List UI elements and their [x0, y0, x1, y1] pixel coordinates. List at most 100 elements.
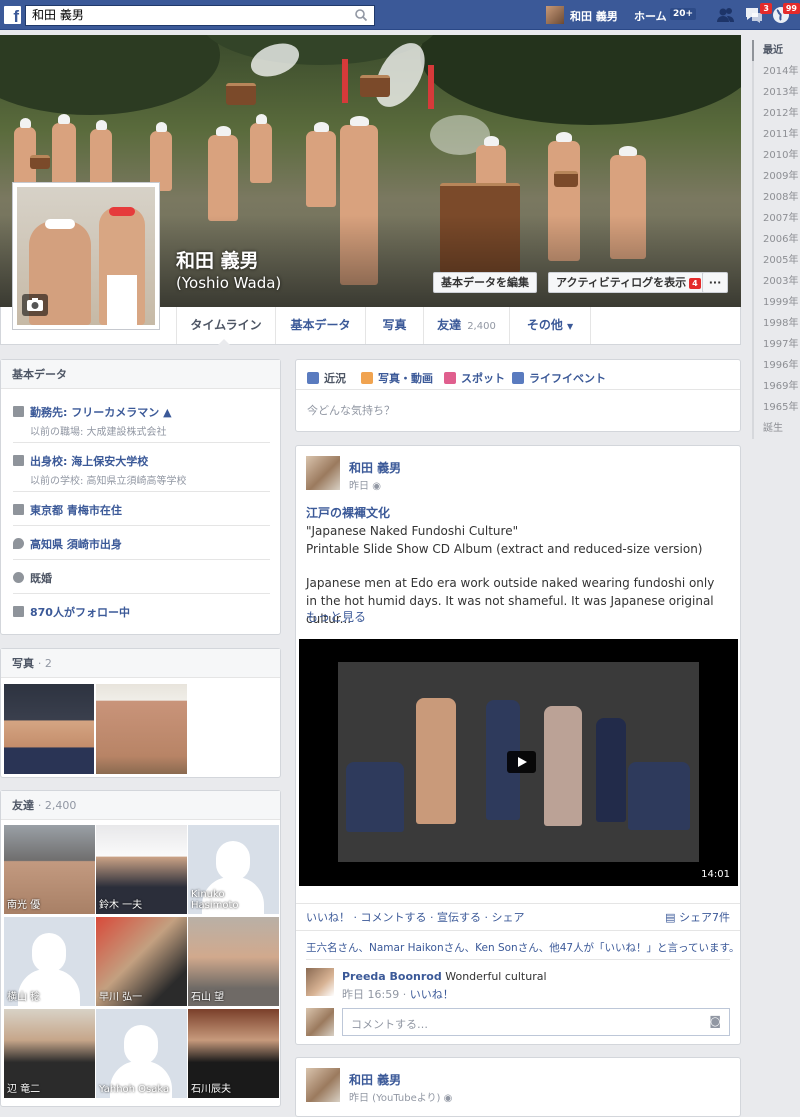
- friend-tile[interactable]: 鈴木 一夫: [96, 825, 187, 914]
- video-duration: 14:01: [701, 869, 730, 880]
- about-school-link[interactable]: 出身校: 海上保安大学校: [30, 455, 148, 468]
- friend-requests-icon[interactable]: [716, 6, 736, 24]
- likes-summary[interactable]: 王六名さん、Namar Haikonさん、Ken Sonさん、他47人が「いいね…: [306, 940, 739, 955]
- about-relationship-text: 既婚: [30, 572, 52, 585]
- tab-friends[interactable]: 友達 2,400: [423, 307, 509, 344]
- user-avatar[interactable]: [546, 6, 564, 24]
- facebook-logo-icon[interactable]: f: [4, 6, 21, 26]
- friends-title: 友達: [12, 799, 34, 812]
- about-followers-link[interactable]: 870人がフォロー中: [30, 606, 130, 619]
- timeline-year-link[interactable]: 2009年: [752, 166, 800, 187]
- timeline-year-link[interactable]: 1998年: [752, 313, 800, 334]
- heart-icon: [13, 572, 24, 583]
- chevron-down-icon: ▼: [567, 322, 574, 331]
- more-options-button[interactable]: ···: [702, 272, 728, 293]
- about-work-previous: 以前の職場: 大成建設株式会社: [30, 427, 167, 438]
- comment-meta: 昨日 16:59 · いいね！: [342, 986, 454, 1002]
- activity-log-button[interactable]: アクティビティログを表示 4: [548, 272, 709, 293]
- tab-about[interactable]: 基本データ: [275, 307, 365, 344]
- user-name-link[interactable]: 和田 義男: [570, 8, 618, 24]
- photo-thumb[interactable]: [4, 684, 94, 774]
- about-work-link[interactable]: 勤務先: フリーカメラマン: [30, 406, 159, 419]
- camera-icon[interactable]: ◙: [709, 1014, 721, 1028]
- timeline-year-link[interactable]: 1996年: [752, 355, 800, 376]
- comment-input[interactable]: コメントする… ◙: [342, 1008, 730, 1036]
- see-more-link[interactable]: もっと見る: [306, 608, 726, 626]
- about-lives-link[interactable]: 東京都 青梅市在住: [30, 504, 122, 517]
- comment: Preeda Boonrod Wonderful cultural: [342, 970, 547, 983]
- timeline-year-link[interactable]: 2011年: [752, 124, 800, 145]
- composer-tab-place[interactable]: スポット: [444, 370, 505, 386]
- about-work: 勤務先: フリーカメラマン ▲ 以前の職場: 大成建設株式会社: [13, 404, 271, 438]
- comment-time[interactable]: 昨日 16:59 ·: [342, 988, 406, 1001]
- friend-tile[interactable]: Kinuko Hasimoto: [188, 825, 279, 914]
- home-link[interactable]: ホーム: [634, 8, 667, 24]
- video-player[interactable]: 14:01: [299, 639, 738, 886]
- friend-tile[interactable]: 辺 竜二: [4, 1009, 95, 1098]
- tab-friends-count: 2,400: [467, 321, 496, 332]
- timeline-year-link[interactable]: 1999年: [752, 292, 800, 313]
- timeline-year-link[interactable]: 2012年: [752, 103, 800, 124]
- friend-tile[interactable]: Yahhoh Osaka: [96, 1009, 187, 1098]
- location-pin-icon: [13, 538, 24, 549]
- post-timestamp[interactable]: 昨日 ◉: [349, 477, 381, 492]
- photo-thumb[interactable]: [96, 684, 187, 774]
- friend-tile[interactable]: 横山 稔: [4, 917, 95, 1006]
- about-from: 高知県 須崎市出身: [13, 536, 271, 552]
- share-count-link[interactable]: ▤ シェア7件: [665, 909, 730, 925]
- tab-photos[interactable]: 写真: [365, 307, 423, 344]
- timeline-year-link[interactable]: 最近: [752, 40, 800, 61]
- messages-icon[interactable]: 3: [744, 3, 772, 24]
- briefcase-icon: [13, 406, 24, 417]
- timeline-year-link[interactable]: 2010年: [752, 145, 800, 166]
- timeline-year-link[interactable]: 2003年: [752, 271, 800, 292]
- search-icon[interactable]: [354, 8, 368, 22]
- tab-more[interactable]: その他 ▼: [509, 307, 591, 344]
- post-author-avatar[interactable]: [306, 1068, 340, 1102]
- profile-name[interactable]: 和田 義男: [176, 246, 259, 273]
- comment-author[interactable]: Preeda Boonrod: [342, 970, 442, 983]
- about-from-link[interactable]: 高知県 須崎市出身: [30, 538, 122, 551]
- timeline-year-link[interactable]: 2013年: [752, 82, 800, 103]
- activity-log-label: アクティビティログを表示: [556, 276, 687, 289]
- post-title-link[interactable]: 江戸の裸褌文化: [306, 504, 726, 522]
- notifications-globe-icon[interactable]: 99: [772, 3, 800, 24]
- post-timestamp[interactable]: 昨日 (YouTubeより) ◉: [349, 1089, 452, 1104]
- composer-tab-life-event[interactable]: ライフイベント: [512, 370, 606, 386]
- timeline-year-link[interactable]: 2008年: [752, 187, 800, 208]
- post-author-avatar[interactable]: [306, 456, 340, 490]
- comment-like-link[interactable]: いいね！: [410, 988, 454, 1001]
- post-author-name[interactable]: 和田 義男: [349, 459, 401, 476]
- location-pin-icon: [444, 372, 456, 384]
- about-school-previous: 以前の学校: 高知県立須崎高等学校: [30, 476, 187, 487]
- friend-tile[interactable]: 石川辰夫: [188, 1009, 279, 1098]
- post-actions[interactable]: いいね！ · コメントする · 宣伝する · シェア: [306, 909, 524, 925]
- post-author-name[interactable]: 和田 義男: [349, 1071, 401, 1088]
- play-icon[interactable]: [507, 751, 536, 773]
- timeline-year-link[interactable]: 2014年: [752, 61, 800, 82]
- timeline-year-link[interactable]: 2005年: [752, 250, 800, 271]
- camera-icon[interactable]: [22, 294, 48, 316]
- timeline-year-link[interactable]: 2006年: [752, 229, 800, 250]
- friend-tile[interactable]: 早川 弘一: [96, 917, 187, 1006]
- status-input[interactable]: 今どんな気持ち？: [307, 402, 395, 418]
- about-relationship: 既婚: [13, 570, 271, 586]
- about-card-title[interactable]: 基本データ: [1, 360, 280, 389]
- friend-tile[interactable]: 石山 望: [188, 917, 279, 1006]
- current-user-avatar: [306, 1008, 334, 1036]
- search-input[interactable]: 和田 義男: [25, 5, 375, 26]
- commenter-avatar[interactable]: [306, 968, 334, 996]
- friends-card-title[interactable]: 友達 · 2,400: [1, 791, 280, 820]
- photos-card-title[interactable]: 写真 · 2: [1, 649, 280, 678]
- post-line-1: "Japanese Naked Fundoshi Culture": [306, 524, 519, 538]
- timeline-year-link[interactable]: 1965年: [752, 397, 800, 418]
- timeline-year-link[interactable]: 2007年: [752, 208, 800, 229]
- timeline-year-link[interactable]: 1997年: [752, 334, 800, 355]
- top-bar: f 和田 義男 和田 義男 ホーム 20+ 3 99: [0, 0, 800, 30]
- timeline-year-link[interactable]: 1969年: [752, 376, 800, 397]
- friend-tile[interactable]: 南光 優: [4, 825, 95, 914]
- composer-tab-photo[interactable]: 写真・動画: [361, 370, 433, 386]
- timeline-year-link[interactable]: 誕生: [752, 418, 800, 439]
- edit-profile-button[interactable]: 基本データを編集: [433, 272, 537, 293]
- composer-tab-status[interactable]: 近況: [307, 370, 346, 386]
